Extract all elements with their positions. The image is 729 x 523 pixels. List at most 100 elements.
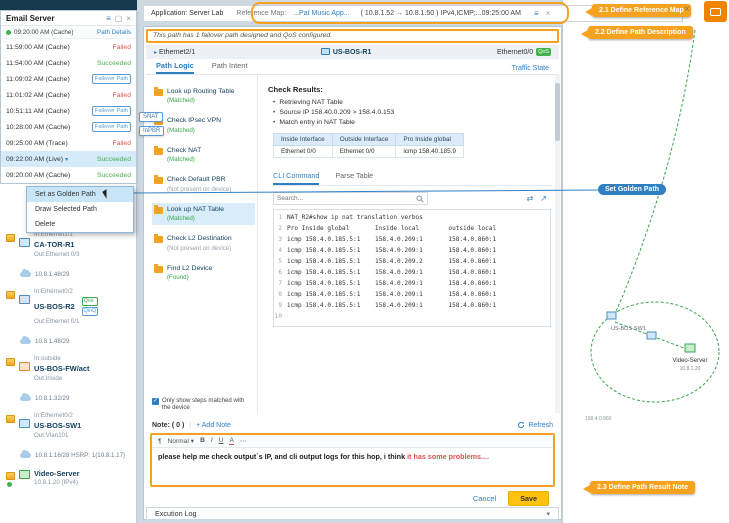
timeline-row[interactable]: 09:25:00 AM (Trace)Failed: [1, 135, 136, 151]
map-canvas[interactable]: US-BOS-SW1 Video-Server 10.8.1.20 158.4.…: [562, 0, 729, 523]
path-step[interactable]: Look up NAT Table(Matched): [152, 203, 255, 225]
traffic-state-link[interactable]: Traffic State: [512, 65, 549, 74]
reference-map-link[interactable]: ...Pat Music App...: [293, 10, 349, 17]
timeline-row[interactable]: 11:01:02 AM (Cache)Failed: [1, 87, 136, 103]
note-editor[interactable]: ¶ Normal▾ BIUA ⋯ please help me check ou…: [150, 433, 555, 487]
hop-server[interactable]: Video-Server10.8.1.20 (IPv4): [0, 466, 136, 489]
format-a-button[interactable]: A: [229, 437, 233, 445]
bullet-text: Retrieving NAT Table: [279, 99, 342, 106]
hop-device[interactable]: In:outsideUS-BOS-FW/actOut:Inside: [0, 352, 136, 385]
device-name-label: US-BOS-R1: [195, 48, 497, 56]
timeline-row[interactable]: 11:59:00 AM (Cache) Failed: [1, 39, 136, 55]
hop-link[interactable]: 10.8.1.48/29: [0, 264, 136, 285]
timeline-time: 11:59:00 AM (Cache): [6, 44, 70, 51]
context-menu-item[interactable]: Draw Selected Path: [27, 202, 133, 217]
cli-search-input[interactable]: [277, 195, 416, 202]
assistant-icon[interactable]: [704, 1, 727, 22]
save-button[interactable]: Save: [508, 491, 549, 506]
path-description-box[interactable]: This path has 1 failover path designed a…: [146, 29, 559, 43]
timeline-status: Failed: [112, 92, 131, 99]
chevron-down-icon[interactable]: ▾: [65, 156, 68, 163]
note-text[interactable]: please help me check output`s IP, and cl…: [152, 448, 553, 466]
path-details-link[interactable]: Path Details: [97, 29, 131, 36]
hop-gutter: [4, 411, 17, 423]
paragraph-icon[interactable]: ¶: [158, 438, 162, 445]
more-icon[interactable]: ⋯: [240, 437, 247, 445]
search-icon[interactable]: [416, 195, 424, 203]
hop-device[interactable]: In:Ethernet0/2US-BOS-R2QosQinQOut:Ethern…: [0, 285, 136, 328]
hop-device[interactable]: In:Ethernet0/2US-BOS-SW1Out:Vlan101: [0, 409, 136, 442]
timeline-row[interactable]: 11:54:00 AM (Cache)Succeeded: [1, 55, 136, 71]
cli-line-text: icmp 158.4.0.185.5:1 158.4.0.209:1 158.4…: [287, 289, 496, 300]
path-step[interactable]: Check IPsec VPN(Matched): [152, 114, 255, 136]
path-step[interactable]: Check Default PBR(Not present on device): [152, 173, 255, 195]
timeline-status: Failed: [112, 44, 131, 51]
timeline-time: 11:54:00 AM (Cache): [6, 60, 70, 67]
timeline-row[interactable]: 09:22:00 AM (Live)▾Succeeded: [1, 151, 136, 167]
timeline-row[interactable]: 09:20:00 AM (Cache)Succeeded: [1, 167, 136, 183]
menu-icon[interactable]: ≡: [534, 9, 539, 18]
scrollbar-thumb[interactable]: [555, 83, 560, 141]
cli-tab[interactable]: Parse Table: [335, 171, 373, 185]
execution-log-bar[interactable]: Excution Log ▾: [146, 507, 559, 520]
hop-gutter: [4, 230, 17, 242]
path-step[interactable]: Check NAT(Matched): [152, 144, 255, 166]
close-path-icon[interactable]: ×: [546, 9, 551, 18]
checkbox-checked-icon[interactable]: ✓: [152, 398, 159, 405]
steps-filter[interactable]: ✓ Only show steps matched with the devic…: [152, 397, 255, 411]
format-select[interactable]: Normal▾: [168, 437, 195, 445]
qos-badge: QoS: [536, 48, 551, 56]
check-result-bullet: •Retrieving NAT Table: [273, 99, 551, 106]
path-tab[interactable]: Path Logic: [156, 61, 194, 74]
path-step[interactable]: Find L2 Device(Found): [152, 262, 255, 284]
context-menu-items: Set as Golden Path Draw Selected Path Dele…: [27, 187, 133, 232]
nat-table-header-cell: Inside Interface: [274, 134, 333, 146]
hop-device-info: In:Ethernet1/1CA-TOR-R1Out:Ethernet 0/3: [34, 230, 132, 259]
context-menu-item-label: Draw Selected Path: [35, 206, 97, 213]
format-u-button[interactable]: U: [219, 437, 224, 445]
menu-icon[interactable]: ≡: [106, 14, 111, 23]
hop-link[interactable]: 10.8.1.32/29: [0, 388, 136, 409]
restore-icon[interactable]: ▢: [115, 14, 123, 23]
search-box: [273, 192, 428, 205]
bullet-text: Source IP 158.40.0.209 > 158.4.0.153: [279, 109, 394, 116]
timeline-row[interactable]: 10:51:11 AM (Cache)Failover Path: [1, 103, 136, 119]
callout-define-path-result-note: 2.3 Define Path Result Note: [590, 481, 695, 494]
open-external-icon[interactable]: ↗: [540, 194, 547, 203]
path-step[interactable]: Check L2 Destination(Not present on devi…: [152, 232, 255, 254]
cli-toolbar-icons: ⇄ ↗: [527, 194, 551, 203]
cli-line-text: icmp 158.4.0.185.5:1 158.4.0.209.2 158.4…: [287, 256, 496, 267]
map-switch-label: US-BOS-SW1: [611, 326, 646, 332]
hop-link[interactable]: 10.8.1.48/29: [0, 331, 136, 352]
swap-icon[interactable]: ⇄: [527, 194, 534, 203]
refresh-link[interactable]: Refresh: [517, 421, 553, 429]
device-feature-badge: Qos: [82, 297, 99, 306]
timeline-row[interactable]: 10:28:00 AM (Cache)Failover Path: [1, 119, 136, 135]
device-badges: QosQinQ: [82, 297, 99, 316]
cli-tab[interactable]: CLI Command: [273, 171, 319, 185]
map-media-icon: [6, 358, 15, 366]
context-menu-item[interactable]: Set as Golden Path: [27, 187, 133, 202]
hop-link[interactable]: 10.8.1.16/28 HSRP: 1(10.8.1.17): [0, 445, 136, 466]
map-server-ip: 10.8.1.20: [680, 366, 701, 372]
path-step[interactable]: Look up Routing Table(Matched): [152, 85, 255, 107]
nat-table-header: Inside InterfaceOutside InterfacePro Ins…: [274, 134, 464, 146]
chevron-down-icon[interactable]: ▾: [546, 510, 550, 518]
close-icon[interactable]: ×: [684, 4, 690, 15]
step-content: Check Default PBR(Not present on device): [167, 176, 231, 192]
timeline-row[interactable]: 11:09:02 AM (Cache)Failover Path: [1, 71, 136, 87]
context-menu-item[interactable]: Delete: [27, 217, 133, 232]
path-tab[interactable]: Path Intent: [212, 61, 248, 74]
results-scrollbar[interactable]: [555, 75, 560, 413]
step-status: (Not present on device): [167, 245, 232, 252]
cli-line-number: 9: [274, 300, 287, 311]
table-row: Ethernet 0/0Ethernet 0/0icmp 158.40.185.…: [274, 146, 464, 158]
hop-out-interface: Out:Inside: [34, 374, 132, 383]
cli-output-box[interactable]: 1NAT_R2#show ip nat translation verbos2P…: [273, 209, 551, 327]
add-note-link[interactable]: + Add Note: [196, 422, 231, 429]
hop-device-ip: 10.8.1.20 (IPv4): [34, 479, 132, 486]
format-b-button[interactable]: B: [200, 437, 205, 445]
close-icon[interactable]: ×: [126, 14, 131, 23]
format-i-button[interactable]: I: [211, 437, 213, 445]
cancel-button[interactable]: Cancel: [473, 494, 496, 503]
